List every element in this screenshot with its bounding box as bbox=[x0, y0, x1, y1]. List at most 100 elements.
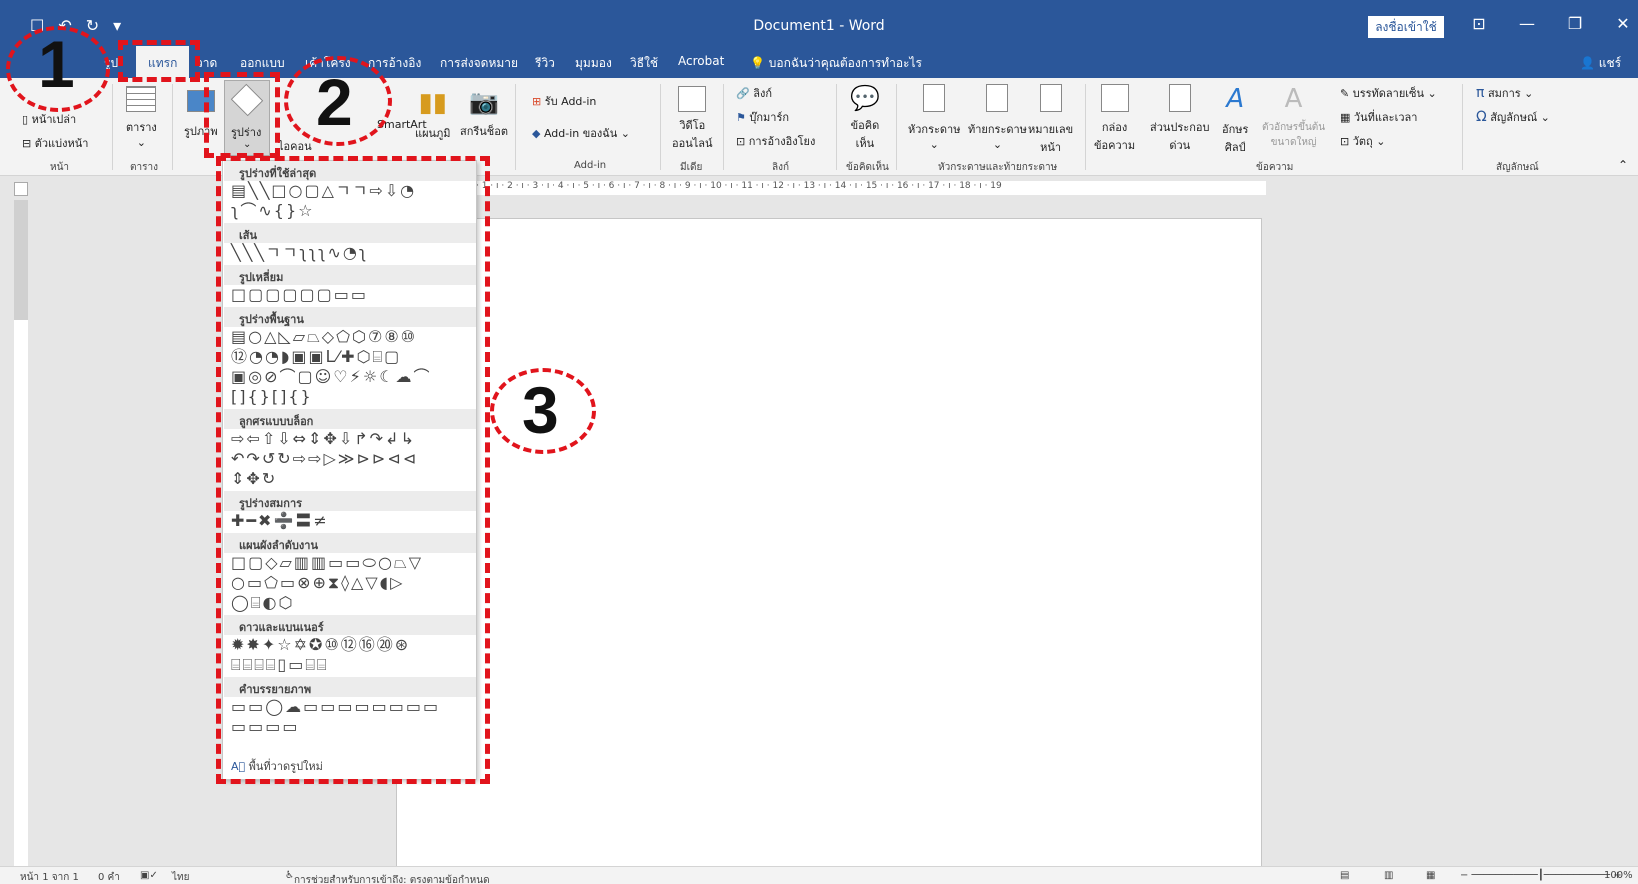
signature-line-button[interactable]: ✎ บรรทัดลายเซ็น ⌄ bbox=[1340, 84, 1437, 102]
share-label: แชร์ bbox=[1598, 56, 1622, 70]
collapse-ribbon-icon[interactable]: ⌃ bbox=[1618, 158, 1628, 172]
chart-label: แผนภูมิ bbox=[415, 127, 451, 140]
tab-acrobat[interactable]: Acrobat bbox=[678, 54, 724, 68]
vertical-ruler-margin bbox=[14, 200, 28, 320]
tab-design[interactable]: ออกแบบ bbox=[240, 54, 285, 73]
window-controls: ⊡ — ❐ ✕ bbox=[1455, 14, 1638, 33]
chart-icon: ▮▮ bbox=[418, 88, 448, 118]
group-tables-label: ตาราง bbox=[130, 162, 158, 173]
equation-label: สมการ bbox=[1487, 87, 1521, 100]
word-window: ☐ ↶ ↻ ▾ Document1 - Word ลงชื่อเข้าใช้ ⊡… bbox=[0, 0, 1638, 884]
horizontal-ruler: · 1 · ı · 2 · ı · 3 · ı · 4 · ı · 5 · ı … bbox=[476, 181, 1266, 195]
my-addins-label: Add-in ของฉัน bbox=[543, 127, 618, 140]
page-count[interactable]: หน้า 1 จาก 1 bbox=[20, 870, 79, 884]
ribbon-separator bbox=[660, 84, 661, 170]
link-button[interactable]: 🔗 ลิงก์ bbox=[736, 84, 772, 102]
ribbon-separator bbox=[896, 84, 897, 170]
minimize-icon[interactable]: — bbox=[1503, 14, 1551, 33]
ribbon-separator bbox=[112, 84, 113, 170]
bookmark-button[interactable]: ⚑ บุ๊กมาร์ก bbox=[736, 108, 789, 126]
word-count[interactable]: 0 คำ bbox=[98, 870, 120, 884]
page-break-button[interactable]: ⊟ ตัวแบ่งหน้า bbox=[22, 134, 88, 152]
tab-mailings[interactable]: การส่งจดหมาย bbox=[440, 54, 518, 73]
icons-label: ไอคอน bbox=[278, 140, 312, 153]
quick-parts-icon bbox=[1168, 84, 1191, 112]
table-button[interactable]: ตาราง ⌄ bbox=[126, 86, 157, 149]
object-button[interactable]: ⊡ วัตถุ ⌄ bbox=[1340, 132, 1385, 150]
tell-me-label: บอกฉันว่าคุณต้องการทำอะไร bbox=[768, 56, 922, 70]
ribbon-display-icon[interactable]: ⊡ bbox=[1455, 14, 1503, 33]
addin-icon: ◆ bbox=[532, 127, 541, 140]
group-comments-label: ข้อคิดเห็น bbox=[846, 162, 889, 173]
drop-cap-label: ตัวอักษรขึ้นต้น ขนาดใหญ่ bbox=[1262, 122, 1326, 148]
page-number-button[interactable]: หมายเลข หน้า bbox=[1028, 84, 1073, 156]
tab-view[interactable]: มุมมอง bbox=[575, 54, 612, 73]
screenshot-button[interactable]: 📷 สกรีนช็อต bbox=[460, 88, 508, 140]
online-video-button[interactable]: วิดีโอ ออนไลน์ bbox=[672, 86, 713, 152]
language-indicator[interactable]: ไทย bbox=[172, 870, 189, 884]
ribbon-separator bbox=[723, 84, 724, 170]
group-addins-label: Add-in bbox=[574, 160, 607, 171]
date-time-label: วันที่และเวลา bbox=[1353, 111, 1418, 124]
signature-line-label: บรรทัดลายเซ็น bbox=[1352, 87, 1425, 100]
text-box-button[interactable]: กล่อง ข้อความ bbox=[1094, 84, 1135, 154]
drop-cap-button[interactable]: A ตัวอักษรขึ้นต้น ขนาดใหญ่ bbox=[1262, 84, 1325, 150]
text-box-label: กล่อง ข้อความ bbox=[1094, 121, 1136, 152]
symbol-button[interactable]: Ω สัญลักษณ์ ⌄ bbox=[1476, 108, 1550, 126]
document-page[interactable] bbox=[396, 218, 1262, 878]
web-layout-icon[interactable]: ▦ bbox=[1426, 870, 1435, 881]
page-break-label: ตัวแบ่งหน้า bbox=[34, 137, 89, 150]
share-button[interactable]: 👤 แชร์ bbox=[1580, 54, 1621, 73]
header-icon bbox=[923, 84, 946, 112]
tab-selector[interactable] bbox=[14, 182, 28, 196]
wordart-icon: A bbox=[1226, 84, 1245, 114]
ribbon-separator bbox=[836, 84, 837, 170]
wordart-label: อักษร ศิลป์ bbox=[1222, 123, 1249, 154]
new-comment-label: ข้อคิด เห็น bbox=[850, 119, 880, 150]
page-number-label: หมายเลข หน้า bbox=[1028, 123, 1074, 154]
new-comment-button[interactable]: 💬 ข้อคิด เห็น bbox=[850, 84, 880, 152]
wordart-button[interactable]: A อักษร ศิลป์ bbox=[1222, 84, 1248, 156]
group-header-footer-label: หัวกระดาษและท้ายกระดาษ bbox=[938, 162, 1058, 173]
group-links-label: ลิงก์ bbox=[772, 162, 790, 173]
sign-in-button[interactable]: ลงชื่อเข้าใช้ bbox=[1368, 16, 1444, 38]
footer-button[interactable]: ท้ายกระดาษ ⌄ bbox=[968, 84, 1027, 151]
video-icon bbox=[678, 86, 707, 112]
tell-me-search[interactable]: 💡 บอกฉันว่าคุณต้องการทำอะไร bbox=[750, 54, 922, 73]
screenshot-label: สกรีนช็อต bbox=[460, 125, 509, 138]
close-icon[interactable]: ✕ bbox=[1599, 14, 1638, 33]
text-box-icon bbox=[1100, 84, 1129, 112]
header-button[interactable]: หัวกระดาษ ⌄ bbox=[908, 84, 960, 151]
cross-reference-button[interactable]: ⊡ การอ้างอิงโยง bbox=[736, 132, 815, 150]
zoom-level[interactable]: 100% bbox=[1604, 870, 1633, 881]
drop-cap-icon: A bbox=[1284, 84, 1303, 114]
icons-button[interactable]: ไอคอน bbox=[278, 137, 312, 155]
accessibility-status[interactable]: ♿ การช่วยสำหรับการเข้าถึง: ตรงตามข้อกำหน… bbox=[285, 870, 490, 884]
get-addins-button[interactable]: ⊞ รับ Add-in bbox=[532, 92, 596, 110]
blank-page-button[interactable]: ▯ หน้าเปล่า bbox=[22, 110, 76, 128]
restore-icon[interactable]: ❐ bbox=[1551, 14, 1599, 33]
pi-icon: π bbox=[1476, 85, 1485, 101]
header-label: หัวกระดาษ bbox=[908, 123, 961, 136]
tab-review[interactable]: รีวิว bbox=[535, 54, 555, 73]
equation-button[interactable]: π สมการ ⌄ bbox=[1476, 84, 1533, 102]
read-mode-icon[interactable]: ▤ bbox=[1340, 870, 1349, 881]
my-addins-button[interactable]: ◆ Add-in ของฉัน ⌄ bbox=[532, 124, 630, 142]
link-label: ลิงก์ bbox=[753, 87, 772, 100]
chart-button[interactable]: ▮▮ แผนภูมิ bbox=[415, 88, 451, 142]
quick-parts-label: ส่วนประกอบ ด่วน bbox=[1150, 121, 1210, 152]
ribbon-separator bbox=[515, 84, 516, 170]
bookmark-icon: ⚑ bbox=[736, 111, 746, 124]
zoom-slider[interactable]: − ───────────┃─────────── + bbox=[1460, 870, 1622, 881]
print-layout-icon[interactable]: ▥ bbox=[1384, 870, 1393, 881]
accessibility-label: การช่วยสำหรับการเข้าถึง: ตรงตามข้อกำหนด bbox=[293, 875, 490, 884]
annotation-box-shapes-button bbox=[204, 72, 280, 158]
screenshot-icon: 📷 bbox=[469, 88, 499, 116]
tab-help[interactable]: วิธีใช้ bbox=[630, 54, 658, 73]
proofing-icon[interactable]: ▣✓ bbox=[140, 870, 158, 881]
group-pages-label: หน้า bbox=[50, 162, 70, 173]
quick-parts-button[interactable]: ส่วนประกอบ ด่วน bbox=[1150, 84, 1209, 154]
date-time-button[interactable]: ▦ วันที่และเวลา bbox=[1340, 108, 1417, 126]
annotation-box-insert-tab bbox=[118, 40, 200, 82]
object-label: วัตถุ bbox=[1352, 135, 1373, 148]
